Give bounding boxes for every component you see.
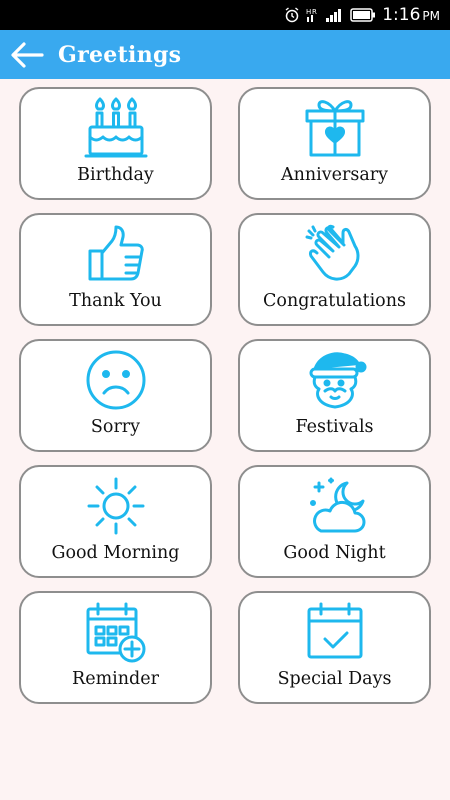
app-bar: Greetings	[0, 30, 450, 79]
card-label: Good Night	[283, 543, 386, 563]
card-label: Birthday	[77, 165, 154, 185]
card-special-days[interactable]: Special Days	[238, 591, 431, 704]
card-good-morning[interactable]: Good Morning	[19, 465, 212, 578]
clapping-hands-icon	[303, 223, 367, 285]
svg-text:R: R	[312, 8, 317, 16]
status-bar: HR 1:16 PM	[0, 0, 450, 30]
card-label: Congratulations	[263, 291, 406, 311]
battery-icon	[350, 8, 376, 22]
gift-box-icon	[303, 97, 367, 159]
card-label: Good Morning	[51, 543, 180, 563]
card-sorry[interactable]: Sorry	[19, 339, 212, 452]
card-label: Thank You	[69, 291, 162, 311]
svg-text:H: H	[306, 8, 311, 16]
arrow-left-icon	[10, 41, 44, 68]
page-title: Greetings	[58, 41, 182, 68]
calendar-add-icon	[84, 601, 148, 663]
greetings-grid: Birthday Anniversary Thank You Congratul…	[19, 87, 431, 704]
card-congratulations[interactable]: Congratulations	[238, 213, 431, 326]
santa-icon	[303, 349, 367, 411]
thumbs-up-icon	[84, 223, 148, 285]
card-label: Anniversary	[280, 165, 389, 185]
hr-signal-icon: HR	[306, 7, 320, 23]
clock-time: 1:16	[382, 5, 421, 25]
back-button[interactable]	[2, 30, 52, 79]
card-thank-you[interactable]: Thank You	[19, 213, 212, 326]
card-good-night[interactable]: Good Night	[238, 465, 431, 578]
clock-ampm: PM	[422, 9, 440, 23]
card-label: Special Days	[277, 669, 392, 689]
status-icons: HR 1:16 PM	[284, 0, 440, 30]
sun-icon	[84, 475, 148, 537]
card-birthday[interactable]: Birthday	[19, 87, 212, 200]
cell-signal-icon	[326, 7, 344, 23]
card-anniversary[interactable]: Anniversary	[238, 87, 431, 200]
alarm-icon	[284, 7, 300, 23]
card-reminder[interactable]: Reminder	[19, 591, 212, 704]
card-label: Festivals	[295, 417, 374, 437]
status-time: 1:16 PM	[382, 5, 440, 25]
card-label: Sorry	[90, 417, 141, 437]
card-festivals[interactable]: Festivals	[238, 339, 431, 452]
moon-cloud-icon	[303, 475, 367, 537]
card-label: Reminder	[72, 669, 159, 689]
calendar-check-icon	[303, 601, 367, 663]
sad-face-icon	[84, 349, 148, 411]
birthday-cake-icon	[84, 97, 148, 159]
